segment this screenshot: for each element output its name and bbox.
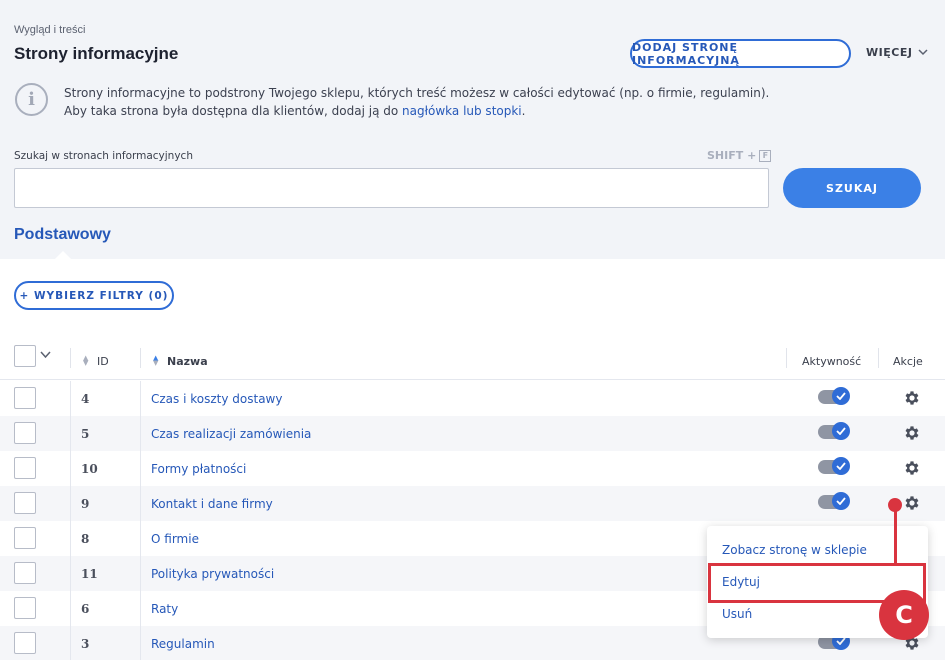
add-info-page-button[interactable]: DODAJ STRONĘ INFORMACYJNĄ: [630, 39, 851, 68]
row-name-link[interactable]: Czas realizacji zamówienia: [151, 416, 311, 451]
table-row: 10 Formy płatności: [0, 451, 945, 486]
table-header: ▲ ▼ ID ▲ ▼ Nazwa Aktywność Akcje: [0, 342, 945, 380]
header-footer-link[interactable]: nagłówka lub stopki: [402, 104, 522, 118]
row-checkbox[interactable]: [14, 632, 36, 654]
row-id: 5: [81, 426, 90, 441]
row-checkbox[interactable]: [14, 457, 36, 479]
gear-icon[interactable]: [903, 389, 921, 407]
row-checkbox[interactable]: [14, 562, 36, 584]
info-icon: i: [15, 83, 48, 116]
info-line-1: Strony informacyjne to podstrony Twojego…: [64, 86, 770, 100]
row-name-link[interactable]: Kontakt i dane firmy: [151, 486, 273, 521]
check-icon: [832, 492, 850, 510]
table-row: 5 Czas realizacji zamówienia: [0, 416, 945, 451]
tab-basic[interactable]: Podstawowy: [14, 226, 111, 244]
column-id[interactable]: ▲ ▼ ID: [83, 342, 109, 380]
row-id: 11: [81, 566, 98, 581]
row-name-link[interactable]: Regulamin: [151, 626, 215, 660]
row-name-link[interactable]: Polityka prywatności: [151, 556, 274, 591]
table-row: 4 Czas i koszty dostawy: [0, 381, 945, 416]
row-name-link[interactable]: O firmie: [151, 521, 199, 556]
check-icon: [832, 457, 850, 475]
more-label: WIĘCEJ: [866, 46, 913, 59]
table-row: 9 Kontakt i dane firmy: [0, 486, 945, 521]
gear-icon[interactable]: [903, 459, 921, 477]
tab-active-indicator: [55, 251, 71, 259]
row-id: 3: [81, 636, 90, 651]
chevron-down-icon[interactable]: [40, 351, 51, 359]
column-actions: Akcje: [893, 354, 923, 368]
active-toggle[interactable]: [818, 492, 850, 510]
active-toggle[interactable]: [818, 387, 850, 405]
row-checkbox[interactable]: [14, 527, 36, 549]
row-checkbox[interactable]: [14, 492, 36, 514]
column-name[interactable]: ▲ ▼ Nazwa: [153, 342, 208, 380]
annotation-line: [894, 505, 897, 565]
page-title: Strony informacyjne: [14, 44, 179, 63]
chevron-down-icon: [918, 49, 928, 56]
row-checkbox[interactable]: [14, 422, 36, 444]
info-message: Strony informacyjne to podstrony Twojego…: [64, 84, 769, 120]
select-filters-button[interactable]: + WYBIERZ FILTRY (0): [14, 281, 174, 310]
active-toggle[interactable]: [818, 457, 850, 475]
search-shortcut-hint: SHIFT + F: [707, 149, 772, 162]
breadcrumb[interactable]: Wygląd i treści: [14, 24, 85, 36]
check-icon: [832, 387, 850, 405]
gear-icon[interactable]: [903, 494, 921, 512]
active-toggle[interactable]: [818, 422, 850, 440]
row-checkbox[interactable]: [14, 597, 36, 619]
annotation-dot: [888, 498, 902, 512]
info-line-2: Aby taka strona była dostępna dla klient…: [64, 104, 526, 118]
check-icon: [832, 422, 850, 440]
search-label: Szukaj w stronach informacyjnych: [14, 150, 193, 162]
row-name-link[interactable]: Raty: [151, 591, 178, 626]
row-name-link[interactable]: Czas i koszty dostawy: [151, 381, 282, 416]
sort-asc-icon: ▲ ▼: [153, 354, 159, 367]
gear-icon[interactable]: [903, 424, 921, 442]
delete-option[interactable]: Usuń: [722, 607, 752, 621]
row-id: 9: [81, 496, 90, 511]
row-id: 6: [81, 601, 90, 616]
view-in-store-option[interactable]: Zobacz stronę w sklepie: [722, 543, 867, 557]
sort-icon: ▲ ▼: [83, 354, 89, 367]
annotation-badge: C: [879, 590, 929, 640]
row-name-link[interactable]: Formy płatności: [151, 451, 246, 486]
search-input[interactable]: [14, 168, 769, 208]
row-id: 10: [81, 461, 98, 476]
row-checkbox[interactable]: [14, 387, 36, 409]
search-button[interactable]: SZUKAJ: [783, 168, 921, 208]
column-active: Aktywność: [802, 354, 862, 368]
row-id: 4: [81, 391, 90, 406]
shortcut-key: F: [759, 149, 772, 162]
more-menu-button[interactable]: WIĘCEJ: [866, 46, 928, 59]
row-id: 8: [81, 531, 90, 546]
select-all-checkbox[interactable]: [14, 345, 36, 367]
